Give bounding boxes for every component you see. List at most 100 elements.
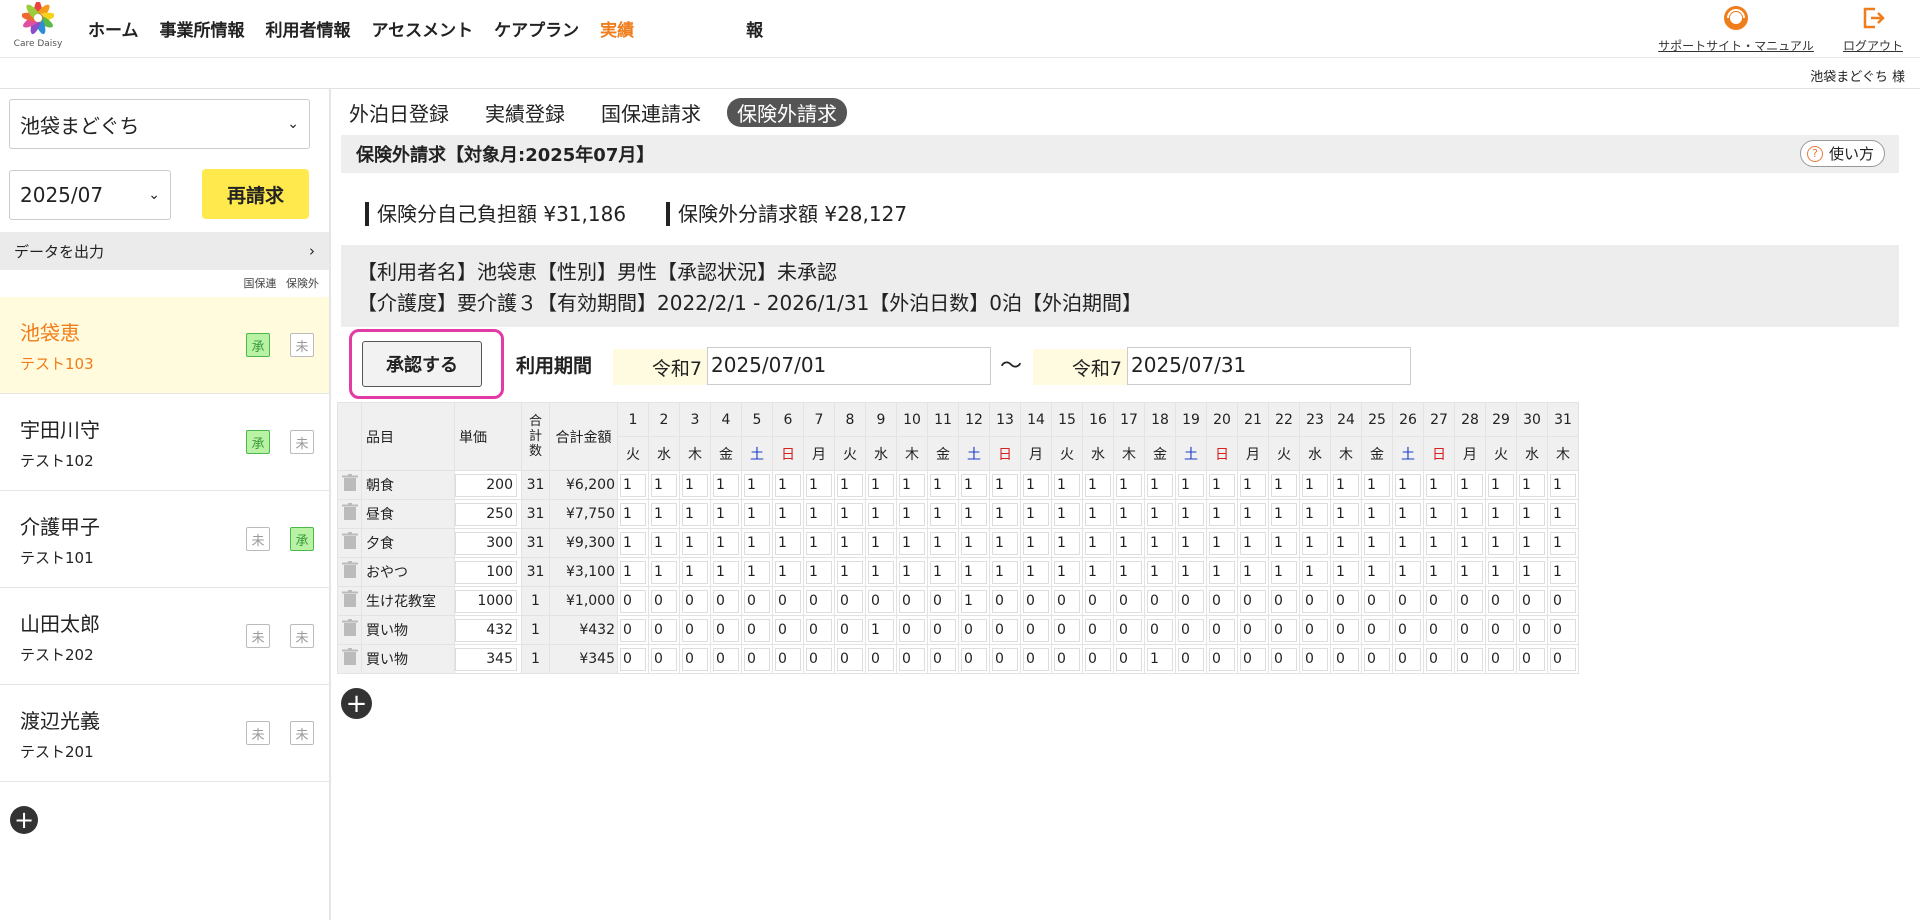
qty-input[interactable]: 1 xyxy=(651,560,677,584)
logout-link[interactable]: ログアウト xyxy=(1838,4,1908,54)
qty-input[interactable]: 1 xyxy=(682,473,708,497)
qty-input[interactable]: 1 xyxy=(837,473,863,497)
qty-input[interactable]: 0 xyxy=(1550,647,1576,671)
delete-row-cell[interactable] xyxy=(337,499,362,529)
qty-input[interactable]: 1 xyxy=(806,473,832,497)
qty-input[interactable]: 1 xyxy=(1457,531,1483,555)
qty-input[interactable]: 1 xyxy=(1085,531,1111,555)
qty-input[interactable]: 1 xyxy=(775,531,801,555)
user-list-item[interactable]: 宇田川守 テスト102 承未 xyxy=(0,394,329,491)
qty-input[interactable]: 0 xyxy=(961,618,987,642)
qty-input[interactable]: 0 xyxy=(682,647,708,671)
qty-input[interactable]: 0 xyxy=(868,589,894,613)
qty-input[interactable]: 0 xyxy=(1240,589,1266,613)
nav-item-6[interactable]: 報 xyxy=(746,16,763,41)
qty-input[interactable]: 1 xyxy=(1116,531,1142,555)
qty-input[interactable]: 0 xyxy=(713,647,739,671)
qty-input[interactable]: 1 xyxy=(1550,502,1576,526)
qty-input[interactable]: 0 xyxy=(837,589,863,613)
qty-input[interactable]: 0 xyxy=(1395,618,1421,642)
qty-input[interactable]: 1 xyxy=(620,502,646,526)
qty-input[interactable]: 1 xyxy=(1550,531,1576,555)
qty-input[interactable]: 1 xyxy=(744,473,770,497)
support-label[interactable]: サポートサイト・マニュアル xyxy=(1656,37,1816,54)
qty-input[interactable]: 1 xyxy=(961,560,987,584)
qty-input[interactable]: 1 xyxy=(806,502,832,526)
start-date-input[interactable]: 2025/07/01 xyxy=(707,347,991,385)
qty-input[interactable]: 1 xyxy=(1488,560,1514,584)
qty-input[interactable]: 1 xyxy=(1240,560,1266,584)
qty-input[interactable]: 1 xyxy=(1271,560,1297,584)
qty-input[interactable]: 0 xyxy=(1240,618,1266,642)
qty-input[interactable]: 1 xyxy=(1519,473,1545,497)
support-link[interactable]: サポートサイト・マニュアル xyxy=(1656,4,1816,54)
qty-input[interactable]: 0 xyxy=(1302,618,1328,642)
qty-input[interactable]: 0 xyxy=(1488,647,1514,671)
qty-input[interactable]: 1 xyxy=(682,560,708,584)
qty-input[interactable]: 1 xyxy=(620,531,646,555)
qty-input[interactable]: 1 xyxy=(930,473,956,497)
qty-input[interactable]: 0 xyxy=(806,589,832,613)
qty-input[interactable]: 1 xyxy=(1240,502,1266,526)
qty-input[interactable]: 1 xyxy=(1519,560,1545,584)
qty-input[interactable]: 1 xyxy=(1333,502,1359,526)
qty-input[interactable]: 0 xyxy=(775,618,801,642)
qty-input[interactable]: 0 xyxy=(775,589,801,613)
qty-input[interactable]: 0 xyxy=(1395,647,1421,671)
qty-input[interactable]: 1 xyxy=(651,502,677,526)
qty-input[interactable]: 1 xyxy=(1178,560,1204,584)
qty-input[interactable]: 1 xyxy=(744,560,770,584)
delete-row-cell[interactable] xyxy=(337,586,362,616)
qty-input[interactable]: 0 xyxy=(930,647,956,671)
qty-input[interactable]: 1 xyxy=(899,502,925,526)
qty-input[interactable]: 0 xyxy=(1333,647,1359,671)
nav-item-2[interactable]: 利用者情報 xyxy=(266,16,351,41)
qty-input[interactable]: 0 xyxy=(682,618,708,642)
qty-input[interactable]: 0 xyxy=(837,647,863,671)
qty-input[interactable]: 1 xyxy=(1178,502,1204,526)
qty-input[interactable]: 1 xyxy=(713,560,739,584)
qty-input[interactable]: 1 xyxy=(1209,473,1235,497)
qty-input[interactable]: 1 xyxy=(1488,502,1514,526)
qty-input[interactable]: 1 xyxy=(1550,473,1576,497)
qty-input[interactable]: 1 xyxy=(1364,531,1390,555)
qty-input[interactable]: 1 xyxy=(899,560,925,584)
qty-input[interactable]: 0 xyxy=(1209,618,1235,642)
qty-input[interactable]: 0 xyxy=(1550,618,1576,642)
qty-input[interactable]: 1 xyxy=(1271,502,1297,526)
qty-input[interactable]: 1 xyxy=(620,560,646,584)
qty-input[interactable]: 1 xyxy=(1147,531,1173,555)
qty-input[interactable]: 1 xyxy=(620,473,646,497)
qty-input[interactable]: 1 xyxy=(1054,473,1080,497)
qty-input[interactable]: 1 xyxy=(992,531,1018,555)
qty-input[interactable]: 1 xyxy=(1457,473,1483,497)
qty-input[interactable]: 1 xyxy=(1023,560,1049,584)
qty-input[interactable]: 1 xyxy=(1209,502,1235,526)
qty-input[interactable]: 0 xyxy=(744,589,770,613)
qty-input[interactable]: 1 xyxy=(868,502,894,526)
qty-input[interactable]: 1 xyxy=(1240,531,1266,555)
qty-input[interactable]: 1 xyxy=(1147,502,1173,526)
qty-input[interactable]: 0 xyxy=(1209,647,1235,671)
qty-input[interactable]: 1 xyxy=(775,560,801,584)
qty-input[interactable]: 0 xyxy=(868,647,894,671)
qty-input[interactable]: 0 xyxy=(1519,589,1545,613)
qty-input[interactable]: 1 xyxy=(775,502,801,526)
add-item-button[interactable]: + xyxy=(341,688,372,719)
qty-input[interactable]: 1 xyxy=(1457,502,1483,526)
qty-input[interactable]: 1 xyxy=(1054,560,1080,584)
qty-input[interactable]: 0 xyxy=(1178,618,1204,642)
qty-input[interactable]: 0 xyxy=(992,589,1018,613)
price-input[interactable]: 1000 xyxy=(455,589,517,613)
qty-input[interactable]: 1 xyxy=(1054,502,1080,526)
qty-input[interactable]: 0 xyxy=(1457,647,1483,671)
qty-input[interactable]: 0 xyxy=(1488,618,1514,642)
qty-input[interactable]: 1 xyxy=(1333,531,1359,555)
qty-input[interactable]: 1 xyxy=(1116,560,1142,584)
qty-input[interactable]: 0 xyxy=(1519,647,1545,671)
qty-input[interactable]: 0 xyxy=(1395,589,1421,613)
qty-input[interactable]: 0 xyxy=(1054,618,1080,642)
delete-row-cell[interactable] xyxy=(337,615,362,645)
qty-input[interactable]: 1 xyxy=(806,531,832,555)
qty-input[interactable]: 1 xyxy=(1488,531,1514,555)
